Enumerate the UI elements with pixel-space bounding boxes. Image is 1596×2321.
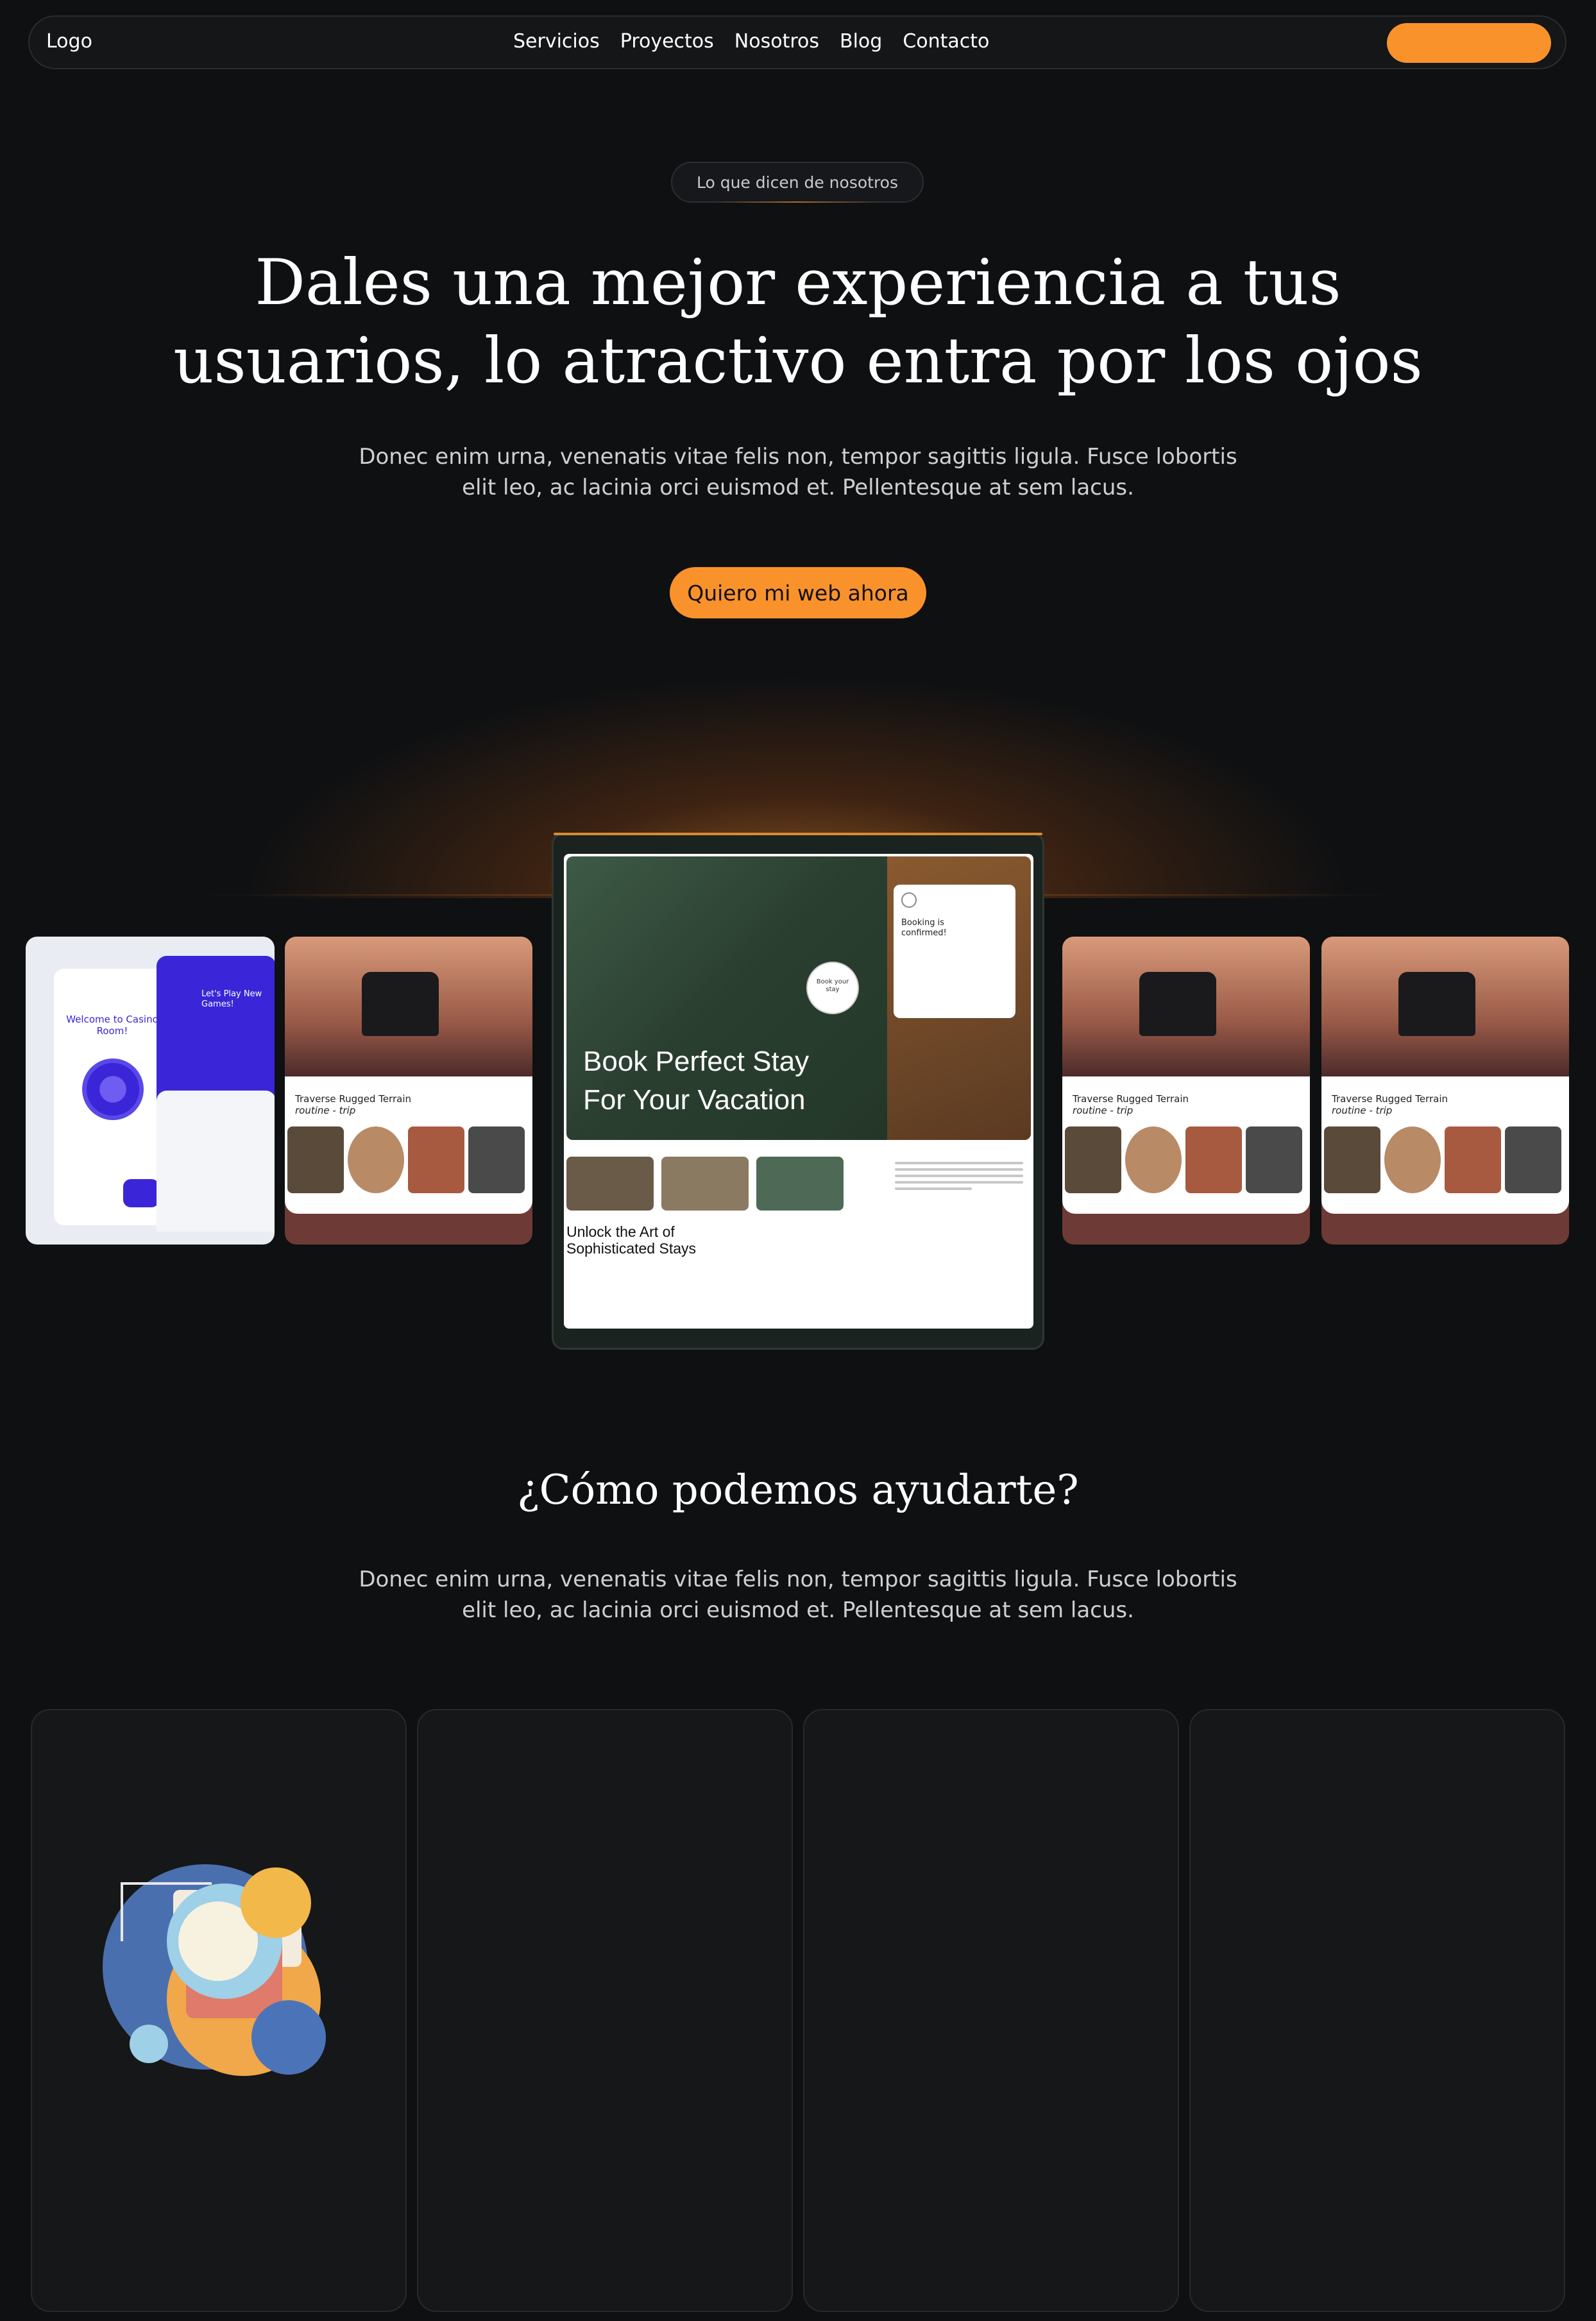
thumb [468,1126,525,1193]
camping-mockup-right-2: Traverse Rugged Terrain routine - trip [1321,937,1569,1245]
service-card-4[interactable] [1189,1709,1565,2312]
thumb [1125,1126,1182,1193]
top-navbar: Logo Servicios Proyectos Nosotros Blog C… [28,15,1566,69]
game-panel [157,1091,275,1232]
camping-thumbs [1065,1126,1302,1193]
booking-confirmed-text: Booking is confirmed! [901,918,947,938]
destination-thumbs [566,1157,844,1211]
play-phone: Let's Play New Games! [157,956,275,1232]
camping-mockup-right-1: Traverse Rugged Terrain routine - trip [1062,937,1310,1245]
nav-item-nosotros[interactable]: Nosotros [734,30,819,53]
thumb [1185,1126,1242,1193]
camping-subtitle: routine - trip [1073,1105,1133,1116]
thumb [1065,1126,1121,1193]
play-text: Let's Play New Games! [201,989,262,1009]
thumb [348,1126,404,1193]
service-card-1[interactable] [31,1709,407,2312]
camping-hero [1321,937,1569,1078]
camping-subtitle: routine - trip [1332,1105,1393,1116]
logo[interactable]: Logo [46,30,92,53]
camping-title-text: Traverse Rugged Terrain [1332,1093,1448,1105]
destination-thumb[interactable] [566,1157,654,1211]
check-icon [901,892,917,908]
booking-card: Booking is confirmed! [894,885,1015,1018]
hero-cta-button[interactable]: Quiero mi web ahora [670,567,926,618]
abstract-shapes-icon [103,1864,326,2076]
casino-chip-icon [82,1058,144,1120]
nav-item-proyectos[interactable]: Proyectos [620,30,714,53]
nav-cta-button[interactable] [1387,23,1551,63]
jeep-image [1398,972,1475,1036]
nav-item-blog[interactable]: Blog [840,30,882,53]
hotel-tablet-mockup: Booking is confirmed! Book your stay Boo… [552,833,1044,1350]
thumb [1505,1126,1561,1193]
casino-app-mockup: Welcome to Casino Room! Let's Play New G… [26,937,275,1245]
jeep-image [362,972,439,1036]
destination-thumb[interactable] [661,1157,749,1211]
tablet-screen: Booking is confirmed! Book your stay Boo… [564,854,1033,1329]
hero-description: Donec enim urna, venenatis vitae felis n… [359,444,1237,500]
unlock-title: Unlock the Art of Sophisticated Stays [566,1223,697,1257]
book-stay-button[interactable]: Book your stay [806,962,859,1014]
nav-menu: Servicios Proyectos Nosotros Blog Contac… [513,30,989,53]
nav-item-servicios[interactable]: Servicios [513,30,600,53]
welcome-text: Welcome to Casino Room! [66,1014,158,1037]
services-title: ¿Cómo podemos ayudarte? [517,1467,1079,1514]
book-stay-label: Book your stay [816,978,849,993]
services-description: Donec enim urna, venenatis vitae felis n… [359,1567,1237,1623]
thumb [408,1126,464,1193]
thumb [1384,1126,1441,1193]
login-button[interactable] [123,1179,159,1207]
camping-subtitle: routine - trip [295,1105,356,1116]
thumb [1246,1126,1302,1193]
camping-title: Traverse Rugged Terrain routine - trip [1073,1093,1189,1116]
camping-thumbs [287,1126,525,1193]
camping-title-text: Traverse Rugged Terrain [1073,1093,1189,1105]
thumb [287,1126,344,1193]
hero-title-text: Dales una mejor experiencia a tus usuari… [173,246,1423,398]
camping-mockup-left: Traverse Rugged Terrain routine - trip [285,937,532,1245]
camping-title: Traverse Rugged Terrain routine - trip [1332,1093,1448,1116]
thumb [1445,1126,1501,1193]
service-card-3[interactable] [803,1709,1179,2312]
camping-thumbs [1324,1126,1561,1193]
camping-hero [1062,937,1310,1078]
camping-panel: Traverse Rugged Terrain routine - trip [285,1076,532,1214]
eyebrow-badge: Lo que dicen de nosotros [671,162,924,203]
camping-hero [285,937,532,1078]
camping-title-text: Traverse Rugged Terrain [295,1093,411,1105]
destination-thumb[interactable] [756,1157,844,1211]
jeep-image [1139,972,1216,1036]
hotel-hero-title: Book Perfect Stay For Your Vacation [583,1046,810,1116]
service-card-2[interactable] [417,1709,793,2312]
nav-item-contacto[interactable]: Contacto [903,30,989,53]
thumb [1324,1126,1380,1193]
camping-panel: Traverse Rugged Terrain routine - trip [1321,1076,1569,1214]
hotel-hero: Booking is confirmed! Book your stay Boo… [566,856,1031,1140]
camping-title: Traverse Rugged Terrain routine - trip [295,1093,411,1116]
hero-title: Dales una mejor experiencia a tus usuari… [0,244,1596,400]
paragraph-lines [895,1162,1023,1194]
camping-panel: Traverse Rugged Terrain routine - trip [1062,1076,1310,1214]
welcome-phone: Welcome to Casino Room! [54,969,171,1225]
